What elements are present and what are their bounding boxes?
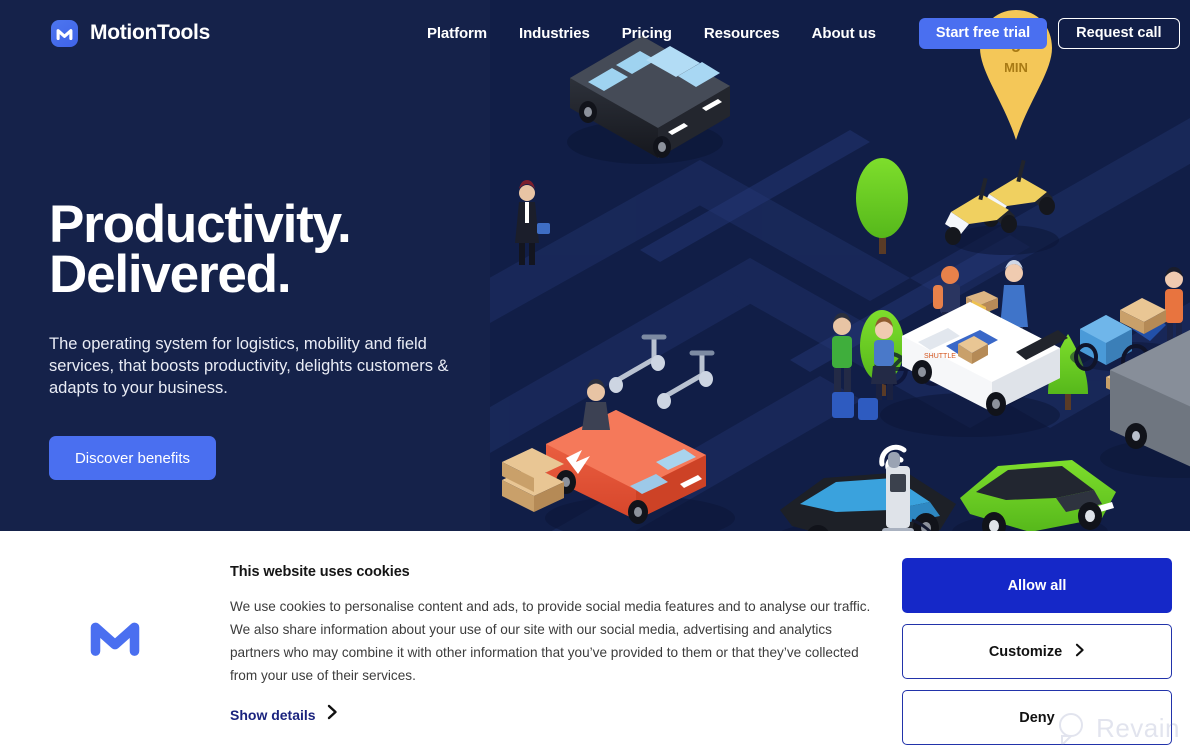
- cookie-banner-body: This website uses cookies We use cookies…: [230, 531, 902, 725]
- hero-subtitle: The operating system for logistics, mobi…: [49, 335, 449, 397]
- hero-section: 5 MIN: [0, 0, 1190, 532]
- hero-title-line-2: Delivered.: [49, 245, 292, 304]
- customize-button[interactable]: Customize: [902, 624, 1172, 679]
- cookie-banner-text: We use cookies to personalise content an…: [230, 599, 871, 683]
- brand-logo-link[interactable]: MotionTools: [51, 19, 210, 47]
- start-free-trial-button[interactable]: Start free trial: [918, 17, 1048, 49]
- page-title: Productivity. Delivered.: [49, 198, 519, 301]
- nav-item-about-us[interactable]: About us: [796, 25, 892, 42]
- site-header: MotionTools Platform Industries Pricing …: [0, 0, 1190, 66]
- deny-button[interactable]: Deny: [902, 690, 1172, 745]
- page-root: 5 MIN: [0, 0, 1190, 753]
- primary-navigation: Platform Industries Pricing Resources Ab…: [411, 25, 892, 42]
- hero-illustration: 5 MIN: [490, 0, 1190, 532]
- show-details-label: Show details: [230, 706, 316, 723]
- nav-item-platform[interactable]: Platform: [411, 25, 503, 42]
- customize-label: Customize: [988, 643, 1063, 660]
- nav-item-resources[interactable]: Resources: [688, 25, 796, 42]
- cookie-banner-title: This website uses cookies: [230, 564, 410, 580]
- brand-name: MotionTools: [90, 21, 210, 44]
- cookie-banner-logo: [0, 531, 230, 659]
- show-details-link[interactable]: Show details: [230, 704, 338, 725]
- nav-item-pricing[interactable]: Pricing: [606, 25, 688, 42]
- discover-benefits-button[interactable]: Discover benefits: [49, 436, 216, 480]
- header-actions: Start free trial Request call: [918, 17, 1180, 49]
- cookie-consent-banner: This website uses cookies We use cookies…: [0, 531, 1190, 753]
- cookie-banner-actions: Allow all Customize Deny: [902, 531, 1190, 745]
- chevron-right-icon: [327, 704, 338, 725]
- motiontools-m-logo-icon: [90, 622, 140, 656]
- nav-item-industries[interactable]: Industries: [503, 25, 606, 42]
- request-call-button[interactable]: Request call: [1058, 17, 1180, 49]
- allow-all-button[interactable]: Allow all: [902, 558, 1172, 613]
- chevron-right-icon: [1075, 643, 1085, 661]
- svg-text:SHUTTLE: SHUTTLE: [924, 353, 956, 360]
- isometric-city-map-illustration: 5 MIN: [490, 0, 1190, 532]
- hero-text-block: Productivity. Delivered. The operating s…: [49, 198, 519, 480]
- motiontools-m-logo-icon: [51, 19, 78, 47]
